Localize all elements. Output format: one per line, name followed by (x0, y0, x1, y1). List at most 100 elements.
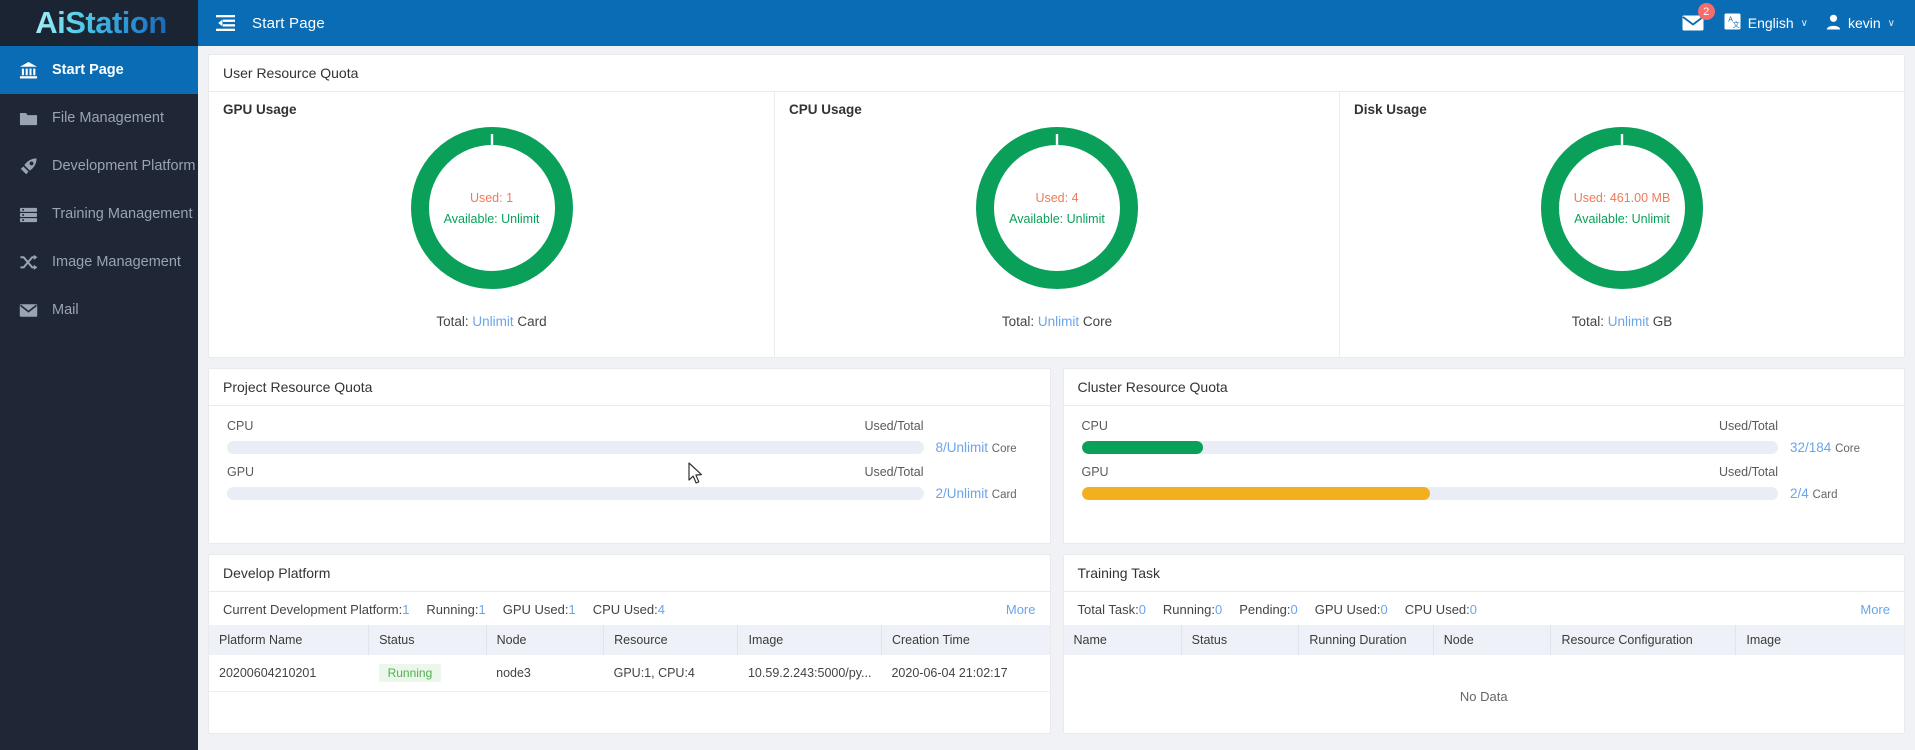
user-resource-quota-card: User Resource Quota GPU Usage Used: 1 Av… (208, 54, 1905, 358)
stat-value: 1 (402, 602, 409, 617)
project-cpu-progress (227, 441, 924, 454)
sidebar-item-start-page[interactable]: Start Page (0, 46, 198, 94)
project-gpu-unit: Card (992, 489, 1017, 501)
sidebar-item-image-management[interactable]: Image Management (0, 238, 198, 286)
sidebar-item-label: Image Management (52, 254, 181, 270)
stat-label: Current Development Platform: (223, 602, 402, 617)
cluster-resource-quota-title: Cluster Resource Quota (1064, 369, 1905, 406)
user-menu[interactable]: kevin ∨ (1826, 14, 1895, 33)
stat-label: GPU Used: (1315, 602, 1381, 617)
stat-label: GPU Used: (503, 602, 569, 617)
disk-usage-donut: Used: 461.00 MB Available: Unlimit (1534, 120, 1710, 296)
stat-current-development-platform: Current Development Platform:1 (223, 602, 409, 617)
stat-label: Running: (426, 602, 478, 617)
training-task-stats: Total Task:0 Running: 0 Pending:0 GPU Use… (1064, 592, 1905, 625)
project-resource-quota-card: Project Resource Quota CPU Used/Total 8/… (208, 368, 1051, 544)
develop-platform-more-link[interactable]: More (1006, 602, 1036, 617)
cell-platform-name[interactable]: 20200604210201 (209, 655, 369, 692)
mail-icon (18, 300, 38, 320)
project-gpu-row: GPU Used/Total 2/Unlimit Card (227, 465, 1032, 501)
cluster-cpu-value-wrap: 32/184 Core (1790, 440, 1886, 455)
gpu-total-prefix: Total: (436, 314, 468, 329)
table-row[interactable]: 20200604210201 Running node3 GPU:1, CPU:… (209, 655, 1050, 692)
cluster-gpu-unit: Card (1813, 489, 1838, 501)
gpu-used-value: Used: 1 (470, 191, 513, 205)
user-icon (1826, 14, 1841, 33)
stat-total-task: Total Task:0 (1078, 602, 1146, 617)
cell-creation-time: 2020-06-04 21:02:17 (881, 655, 1049, 692)
project-cpu-row: CPU Used/Total 8/Unlimit Core (227, 419, 1032, 455)
top-bar: AiStation Start Page 2 A 文 (0, 0, 1915, 46)
language-label: English (1748, 15, 1794, 31)
develop-platform-card: Develop Platform Current Development Pla… (208, 554, 1051, 734)
stat-value: 1 (478, 602, 485, 617)
mail-badge: 2 (1698, 3, 1715, 20)
shuffle-icon (18, 252, 38, 272)
sidebar-item-label: File Management (52, 110, 164, 126)
disk-total-value: Unlimit (1608, 314, 1649, 329)
disk-usage-panel: Disk Usage Used: 461.00 MB Available: Un… (1339, 92, 1904, 358)
develop-platform-table: Platform Name Status Node Resource Image… (209, 625, 1050, 692)
cluster-cpu-name: CPU (1082, 419, 1108, 433)
training-task-card: Training Task Total Task:0 Running:0 Pen… (1063, 554, 1906, 734)
col-node: Node (486, 625, 603, 655)
language-selector[interactable]: A 文 English ∨ (1724, 13, 1808, 33)
cluster-resource-quota-card: Cluster Resource Quota CPU Used/Total 32… (1063, 368, 1906, 544)
col-running-duration: Running Duration (1299, 625, 1433, 655)
sidebar-item-mail[interactable]: Mail (0, 286, 198, 334)
menu-collapse-icon[interactable] (212, 10, 238, 36)
disk-total-prefix: Total: (1572, 314, 1604, 329)
cluster-cpu-progress (1082, 441, 1779, 454)
sidebar-item-development-platform[interactable]: Development Platform (0, 142, 198, 190)
stat-cpu-used: CPU Used:0 (1405, 602, 1477, 617)
col-creation-time: Creation Time (881, 625, 1049, 655)
cpu-usage-label: CPU Usage (789, 102, 862, 117)
project-cpu-usedtotal-label: Used/Total (864, 419, 923, 433)
cluster-gpu-value-wrap: 2/4 Card (1790, 486, 1886, 501)
project-gpu-usedtotal-label: Used/Total (864, 465, 923, 479)
disk-total-unit: GB (1653, 314, 1673, 329)
stat-label: Running: (1163, 602, 1215, 617)
svg-text:文: 文 (1732, 20, 1739, 29)
sidebar-item-file-management[interactable]: File Management (0, 94, 198, 142)
stat-value: 0 (1381, 602, 1388, 617)
rocket-icon (18, 156, 38, 176)
cell-status: Running (369, 655, 487, 692)
cluster-gpu-value: 2/4 (1790, 486, 1809, 501)
col-platform-name: Platform Name (209, 625, 369, 655)
chevron-down-icon: ∨ (1801, 18, 1808, 29)
training-task-more-link[interactable]: More (1860, 602, 1890, 617)
cluster-cpu-unit: Core (1835, 443, 1860, 455)
server-icon (18, 204, 38, 224)
disk-total-row: Total: Unlimit GB (1572, 314, 1673, 329)
sidebar-item-label: Training Management (52, 206, 193, 222)
stat-cpu-used: CPU Used:4 (593, 602, 665, 617)
mail-icon[interactable]: 2 (1680, 10, 1706, 36)
cluster-cpu-value: 32/184 (1790, 440, 1831, 455)
stat-value: 1 (568, 602, 575, 617)
table-header-row: Name Status Running Duration Node Resour… (1064, 625, 1905, 655)
gpu-total-value: Unlimit (472, 314, 513, 329)
develop-platform-title: Develop Platform (209, 555, 1050, 592)
col-resource-configuration: Resource Configuration (1551, 625, 1736, 655)
training-task-table: Name Status Running Duration Node Resour… (1064, 625, 1905, 655)
develop-platform-stats: Current Development Platform:1 Running:1… (209, 592, 1050, 625)
gpu-usage-label: GPU Usage (223, 102, 297, 117)
cpu-usage-donut: Used: 4 Available: Unlimit (969, 120, 1145, 296)
stat-pending: Pending:0 (1239, 602, 1298, 617)
col-status: Status (1181, 625, 1299, 655)
cluster-gpu-usedtotal-label: Used/Total (1719, 465, 1778, 479)
cpu-total-value: Unlimit (1038, 314, 1079, 329)
disk-usage-label: Disk Usage (1354, 102, 1427, 117)
cpu-total-prefix: Total: (1002, 314, 1034, 329)
col-name: Name (1064, 625, 1182, 655)
stat-value: 0 (1291, 602, 1298, 617)
sidebar-item-training-management[interactable]: Training Management (0, 190, 198, 238)
cluster-cpu-row: CPU Used/Total 32/184 Core (1082, 419, 1887, 455)
gpu-total-unit: Card (517, 314, 546, 329)
cell-image: 10.59.2.243:5000/py... (738, 655, 881, 692)
project-gpu-name: GPU (227, 465, 254, 479)
stat-label: CPU Used: (593, 602, 658, 617)
username-label: kevin (1848, 15, 1881, 31)
bank-icon (18, 60, 38, 80)
